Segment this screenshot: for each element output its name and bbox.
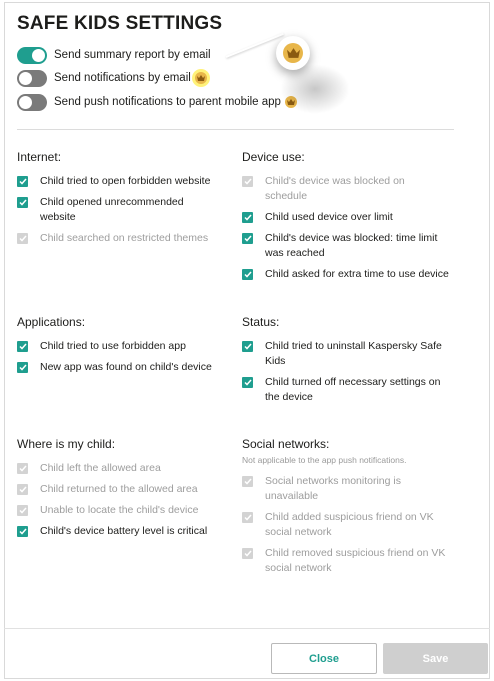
section-title: Status: bbox=[242, 315, 280, 329]
premium-callout bbox=[276, 36, 310, 70]
item-label: Child tried to open forbidden website bbox=[40, 175, 211, 187]
notify-item: Child's device was blocked on schedule bbox=[242, 174, 467, 204]
checkbox[interactable] bbox=[17, 197, 28, 208]
close-button[interactable]: Close bbox=[271, 643, 377, 674]
item-label: Child removed suspicious friend on VK so… bbox=[265, 547, 446, 574]
checkbox[interactable] bbox=[242, 233, 253, 244]
section-title: Internet: bbox=[17, 150, 62, 164]
toggle-row-push-notifications[interactable]: Send push notifications to parent mobile… bbox=[17, 93, 297, 111]
item-label: Child left the allowed area bbox=[40, 462, 161, 474]
save-button[interactable]: Save bbox=[383, 643, 488, 674]
item-label: Social networks monitoring is unavailabl… bbox=[265, 475, 401, 502]
checkbox[interactable] bbox=[17, 341, 28, 352]
notify-item: Child left the allowed area bbox=[17, 461, 232, 476]
checkbox bbox=[17, 484, 28, 495]
summary-report-label: Send summary report by email bbox=[54, 49, 211, 61]
item-label: Child tried to uninstall Kaspersky Safe … bbox=[265, 340, 442, 367]
item-label: New app was found on child's device bbox=[40, 361, 212, 373]
checkbox[interactable] bbox=[17, 362, 28, 373]
checkbox bbox=[242, 548, 253, 559]
summary-report-toggle[interactable] bbox=[17, 46, 47, 64]
item-label: Child searched on restricted themes bbox=[40, 232, 209, 244]
section-title: Social networks: bbox=[242, 437, 330, 451]
item-label: Child tried to use forbidden app bbox=[40, 340, 186, 352]
footer-divider bbox=[4, 628, 490, 629]
notify-item[interactable]: Child opened unrecommended website bbox=[17, 195, 227, 225]
notify-item: Unable to locate the child's device bbox=[17, 503, 232, 518]
item-label: Child's device was blocked on schedule bbox=[265, 175, 405, 202]
section-note: Not applicable to the app push notificat… bbox=[242, 455, 407, 465]
crown-icon bbox=[194, 72, 207, 84]
item-label: Unable to locate the child's device bbox=[40, 504, 199, 516]
callout-shadow bbox=[280, 64, 350, 114]
checkbox bbox=[17, 505, 28, 516]
notify-item[interactable]: Child's device was blocked: time limit w… bbox=[242, 231, 467, 261]
checkbox[interactable] bbox=[242, 212, 253, 223]
checkbox[interactable] bbox=[17, 176, 28, 187]
section-title: Applications: bbox=[17, 315, 86, 329]
checkbox bbox=[242, 512, 253, 523]
notify-item: Social networks monitoring is unavailabl… bbox=[242, 474, 457, 504]
dialog-title: SAFE KIDS SETTINGS bbox=[17, 13, 223, 34]
item-label: Child's device was blocked: time limit w… bbox=[265, 232, 438, 259]
item-label: Child added suspicious friend on VK soci… bbox=[265, 511, 434, 538]
item-label: Child opened unrecommended website bbox=[40, 196, 184, 223]
notify-item: Child added suspicious friend on VK soci… bbox=[242, 510, 457, 540]
notify-item: Child searched on restricted themes bbox=[17, 231, 227, 246]
notify-item[interactable]: Child turned off necessary settings on t… bbox=[242, 375, 457, 405]
checkbox bbox=[17, 233, 28, 244]
notify-item[interactable]: Child tried to use forbidden app bbox=[17, 339, 232, 354]
email-notifications-label: Send notifications by email bbox=[54, 72, 191, 84]
checkbox[interactable] bbox=[242, 341, 253, 352]
push-notifications-toggle[interactable] bbox=[17, 93, 47, 111]
notify-item[interactable]: Child tried to uninstall Kaspersky Safe … bbox=[242, 339, 457, 369]
notify-item[interactable]: New app was found on child's device bbox=[17, 360, 232, 375]
divider bbox=[17, 129, 454, 130]
section-where-is-my-child: Where is my child: Child left the allowe… bbox=[17, 437, 232, 545]
notify-item[interactable]: Child's device battery level is critical bbox=[17, 524, 232, 539]
notify-item[interactable]: Child used device over limit bbox=[242, 210, 467, 225]
item-label: Child asked for extra time to use device bbox=[265, 268, 449, 280]
section-title: Device use: bbox=[242, 150, 305, 164]
email-notifications-toggle[interactable] bbox=[17, 69, 47, 87]
section-social-networks: Social networks: Not applicable to the a… bbox=[242, 437, 457, 582]
checkbox[interactable] bbox=[242, 269, 253, 280]
section-title: Where is my child: bbox=[17, 437, 116, 451]
checkbox[interactable] bbox=[17, 526, 28, 537]
item-label: Child used device over limit bbox=[265, 211, 393, 223]
checkbox bbox=[17, 463, 28, 474]
item-label: Child's device battery level is critical bbox=[40, 525, 208, 537]
notify-item: Child returned to the allowed area bbox=[17, 482, 232, 497]
notify-item[interactable]: Child tried to open forbidden website bbox=[17, 174, 227, 189]
toggle-row-email-notifications[interactable]: Send notifications by email bbox=[17, 69, 207, 87]
item-label: Child turned off necessary settings on t… bbox=[265, 376, 441, 403]
notify-item: Child removed suspicious friend on VK so… bbox=[242, 546, 457, 576]
section-applications: Applications: Child tried to use forbidd… bbox=[17, 315, 232, 381]
section-internet: Internet: Child tried to open forbidden … bbox=[17, 150, 227, 252]
section-device-use: Device use: Child's device was blocked o… bbox=[242, 150, 467, 288]
checkbox bbox=[242, 176, 253, 187]
crown-icon bbox=[283, 43, 303, 63]
checkbox bbox=[242, 476, 253, 487]
push-notifications-label: Send push notifications to parent mobile… bbox=[54, 96, 281, 108]
checkbox[interactable] bbox=[242, 377, 253, 388]
notify-item[interactable]: Child asked for extra time to use device bbox=[242, 267, 467, 282]
section-status: Status: Child tried to uninstall Kaspers… bbox=[242, 315, 457, 411]
toggle-row-summary-report[interactable]: Send summary report by email bbox=[17, 46, 211, 64]
item-label: Child returned to the allowed area bbox=[40, 483, 198, 495]
